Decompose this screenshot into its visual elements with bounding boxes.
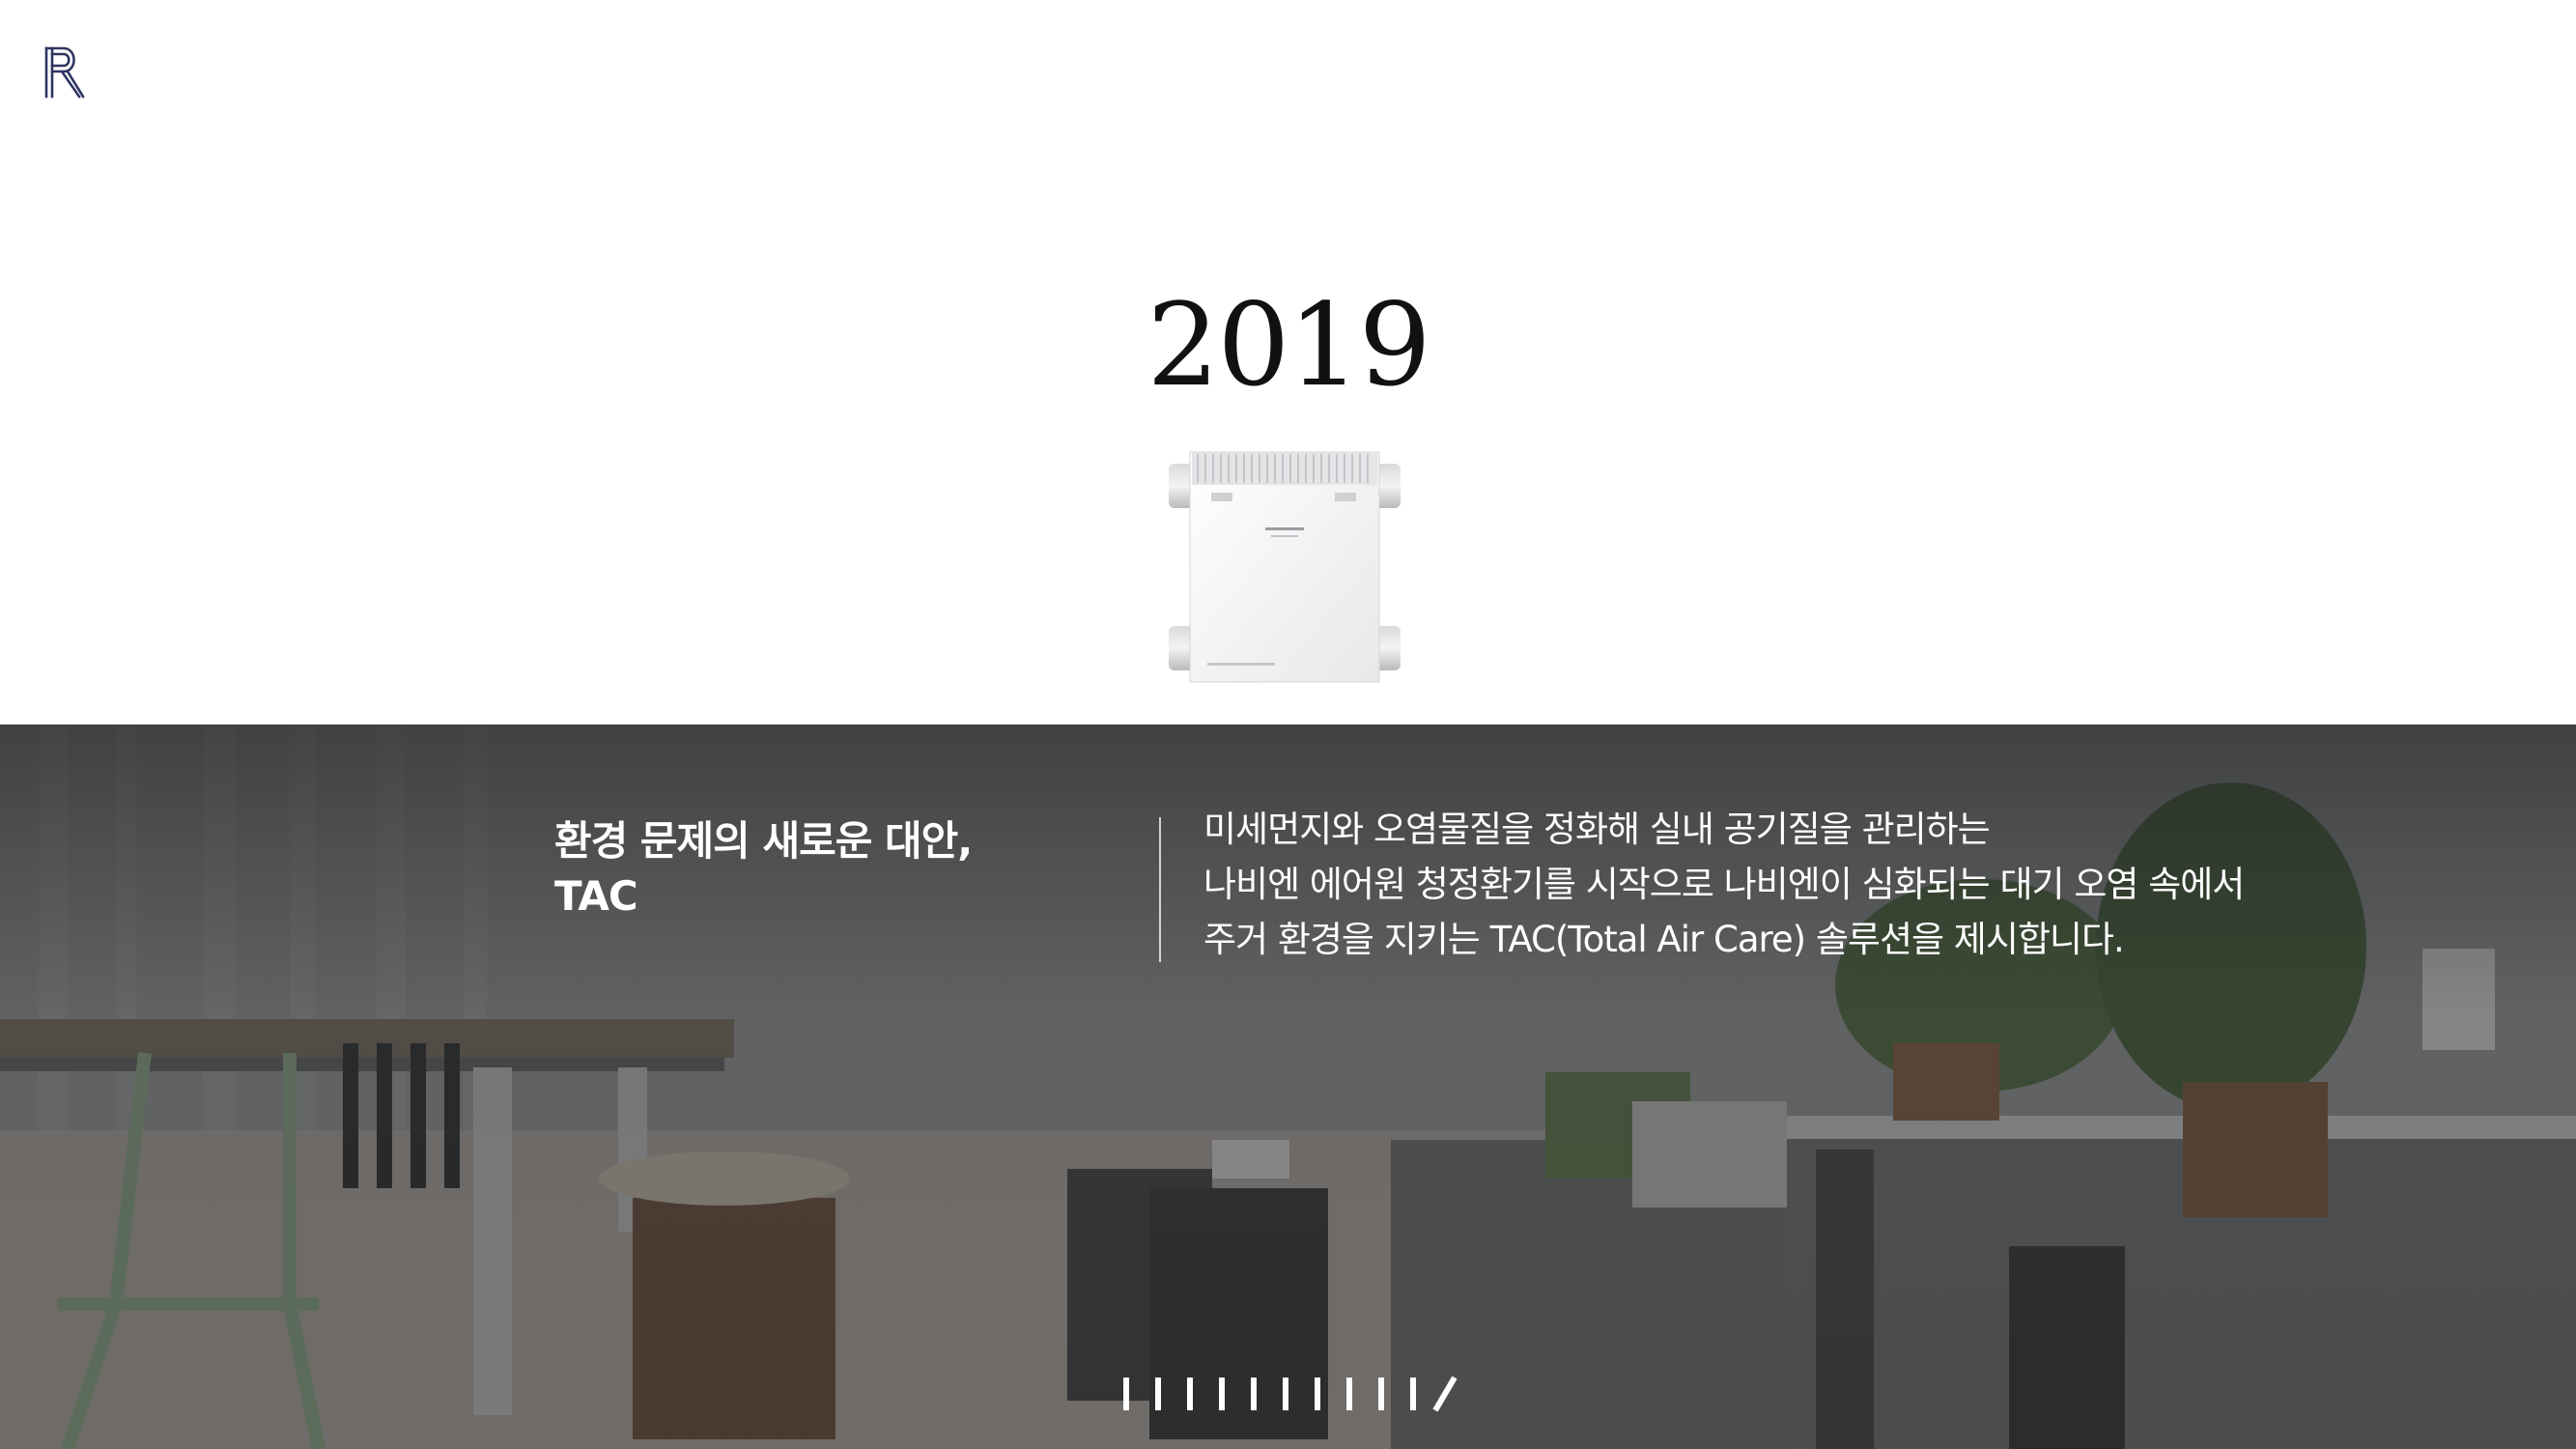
brand-logo-icon[interactable] bbox=[42, 44, 85, 100]
hero-headline: 환경 문제의 새로운 대안, TAC bbox=[554, 813, 973, 923]
timeline-nav[interactable] bbox=[1120, 1374, 1468, 1414]
description-line-2: 나비엔 에어원 청정환기를 시작으로 나비엔이 심화되는 대기 오염 속에서 bbox=[1203, 864, 2245, 905]
year-title: 2019 bbox=[1146, 278, 1430, 412]
hero-headline-line-1: 환경 문제의 새로운 대안, bbox=[554, 817, 973, 865]
description-line-1: 미세먼지와 오염물질을 정화해 실내 공기질을 관리하는 bbox=[1203, 809, 1991, 850]
hero-description: 미세먼지와 오염물질을 정화해 실내 공기질을 관리하는 나비엔 에어원 청정환… bbox=[1203, 802, 2245, 967]
description-line-3: 주거 환경을 지키는 TAC(Total Air Care) 솔루션을 제시합니… bbox=[1203, 919, 2125, 960]
hero-section: 환경 문제의 새로운 대안, TAC 미세먼지와 오염물질을 정화해 실내 공기… bbox=[0, 724, 2576, 1449]
timeline-tick-active[interactable] bbox=[1432, 1376, 1458, 1412]
hero-headline-line-2: TAC bbox=[554, 872, 638, 920]
divider-line bbox=[1159, 817, 1161, 962]
ventilation-unit-product-image bbox=[1169, 451, 1401, 683]
